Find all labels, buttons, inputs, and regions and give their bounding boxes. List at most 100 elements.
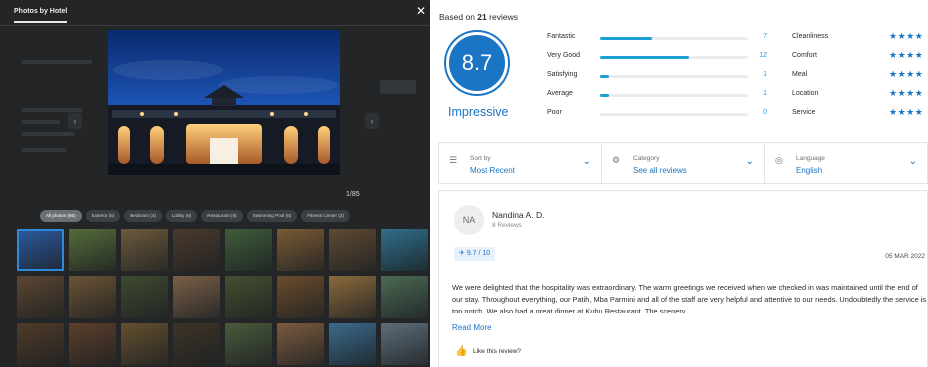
photo-thumbnail[interactable] bbox=[381, 323, 428, 365]
review-rating: 9.7 / 10 bbox=[466, 250, 491, 257]
rating-category-count: 1 bbox=[763, 90, 767, 97]
aspect-label: Meal bbox=[792, 71, 808, 78]
aspect-rating-row: Location ★★★★ bbox=[792, 88, 928, 100]
photo-filter-chip[interactable]: Exterior (5) bbox=[85, 210, 121, 222]
photo-thumbnail[interactable] bbox=[69, 323, 116, 365]
thumbs-up-icon[interactable]: 👍 bbox=[455, 346, 467, 357]
hotel-pavilion-night-photo bbox=[108, 30, 340, 175]
rating-distribution-row: Satisfying 1 bbox=[547, 71, 767, 81]
photo-thumbnail[interactable] bbox=[225, 229, 272, 271]
photo-thumbnail[interactable] bbox=[121, 276, 168, 318]
photo-thumbnail[interactable] bbox=[225, 323, 272, 365]
aspect-label: Location bbox=[792, 90, 819, 97]
photo-thumbnail[interactable] bbox=[173, 323, 220, 365]
photo-thumbnail[interactable] bbox=[277, 323, 324, 365]
rating-category-label: Satisfying bbox=[547, 71, 578, 78]
like-review-label[interactable]: Like this review? bbox=[473, 348, 521, 355]
photo-filter-chip[interactable]: Restaurant (9) bbox=[201, 210, 243, 222]
aspect-rating-row: Meal ★★★★ bbox=[792, 69, 928, 81]
category-value: See all reviews bbox=[633, 166, 687, 175]
rating-bar-track bbox=[600, 75, 748, 78]
photo-filter-chip[interactable]: Bedroom (4) bbox=[124, 210, 162, 222]
rating-bar-track bbox=[600, 37, 748, 40]
language-caption: Language bbox=[796, 155, 825, 162]
photo-thumbnail[interactable] bbox=[225, 276, 272, 318]
photo-thumbnail[interactable] bbox=[329, 276, 376, 318]
background-text bbox=[22, 60, 92, 64]
review-filter-bar: ☰ Sort by Most Recent ⌄ ⚙ Category See a… bbox=[438, 142, 928, 184]
thumbnail-grid bbox=[17, 229, 430, 365]
rating-category-count: 12 bbox=[759, 52, 767, 59]
review-count-summary: Based on 21 reviews bbox=[439, 12, 518, 22]
background-text bbox=[22, 132, 74, 136]
photo-thumbnail[interactable] bbox=[173, 229, 220, 271]
reviewer-review-count: 8 Reviews bbox=[492, 222, 522, 229]
photo-thumbnail[interactable] bbox=[69, 229, 116, 271]
photo-thumbnail[interactable] bbox=[69, 276, 116, 318]
photo-thumbnail[interactable] bbox=[173, 276, 220, 318]
sort-value: Most Recent bbox=[470, 166, 515, 175]
rating-category-label: Very Good bbox=[547, 52, 581, 59]
chevron-right-icon[interactable]: › bbox=[365, 113, 379, 129]
background-text bbox=[22, 120, 60, 124]
sort-dropdown[interactable]: ☰ Sort by Most Recent ⌄ bbox=[439, 143, 602, 183]
close-icon[interactable]: ✕ bbox=[414, 4, 428, 18]
category-caption: Category bbox=[633, 155, 660, 162]
bird-icon: ✈ bbox=[459, 250, 465, 257]
photo-gallery-modal: Photos by Hotel ✕ ‹ › 1/85 All photos (8… bbox=[0, 0, 430, 367]
background-text bbox=[22, 108, 82, 112]
background-text bbox=[22, 148, 66, 152]
rating-bar-fill bbox=[600, 75, 609, 78]
language-dropdown[interactable]: ◎ Language English ⌄ bbox=[765, 143, 927, 183]
aspect-rating-row: Cleanliness ★★★★ bbox=[792, 31, 928, 43]
review-count: 21 bbox=[477, 12, 487, 22]
rating-distribution-row: Very Good 12 bbox=[547, 52, 767, 62]
chevron-left-icon[interactable]: ‹ bbox=[68, 113, 82, 129]
rating-category-label: Poor bbox=[547, 109, 562, 116]
review-text: We were delighted that the hospitality w… bbox=[452, 283, 927, 313]
rating-bar-track bbox=[600, 113, 748, 116]
review-date: 05 MAR 2022 bbox=[885, 253, 925, 260]
rating-category-label: Average bbox=[547, 90, 573, 97]
photo-thumbnail[interactable] bbox=[121, 229, 168, 271]
photo-thumbnail[interactable] bbox=[17, 229, 64, 271]
photo-thumbnail[interactable] bbox=[277, 229, 324, 271]
category-dropdown[interactable]: ⚙ Category See all reviews ⌄ bbox=[602, 143, 765, 183]
read-more-link[interactable]: Read More bbox=[452, 323, 492, 332]
photo-filter-chip[interactable]: Fitness Center (3) bbox=[301, 210, 350, 222]
photo-filter-chip[interactable]: All photos (85) bbox=[40, 210, 82, 222]
photo-filter-bar: All photos (85) Exterior (5) Bedroom (4) Lo… bbox=[40, 210, 350, 222]
photo-thumbnail[interactable] bbox=[381, 229, 428, 271]
photo-thumbnail[interactable] bbox=[17, 323, 64, 365]
photo-thumbnail[interactable] bbox=[17, 276, 64, 318]
based-on-prefix: Based on bbox=[439, 12, 475, 22]
photo-filter-chip[interactable]: Swimming Pool (6) bbox=[246, 210, 298, 222]
photo-filter-chip[interactable]: Lobby (5) bbox=[165, 210, 198, 222]
aspect-rating-row: Service ★★★★ bbox=[792, 107, 928, 119]
gallery-header: Photos by Hotel ✕ bbox=[0, 0, 430, 26]
rating-bar-track bbox=[600, 56, 748, 59]
chevron-down-icon: ⌄ bbox=[908, 156, 917, 167]
reviews-panel: Based on 21 reviews 8.7 Impressive Fanta… bbox=[438, 0, 928, 367]
review-rating-badge: ✈ 9.7 / 10 bbox=[454, 247, 496, 261]
aspect-rating-row: Comfort ★★★★ bbox=[792, 50, 928, 62]
rating-distribution-row: Fantastic 7 bbox=[547, 33, 767, 43]
chevron-down-icon: ⌄ bbox=[582, 156, 591, 167]
rating-category-label: Fantastic bbox=[547, 33, 576, 40]
rating-bar-fill bbox=[600, 37, 652, 40]
sliders-icon: ⚙ bbox=[612, 155, 621, 165]
rating-category-count: 1 bbox=[763, 71, 767, 78]
sort-icon: ☰ bbox=[449, 155, 458, 165]
rating-distribution-row: Average 1 bbox=[547, 90, 767, 100]
photo-thumbnail[interactable] bbox=[381, 276, 428, 318]
rating-distribution-row: Poor 0 bbox=[547, 109, 767, 119]
language-value: English bbox=[796, 166, 823, 175]
rating-bar-track bbox=[600, 94, 748, 97]
photo-thumbnail[interactable] bbox=[329, 323, 376, 365]
photo-thumbnail[interactable] bbox=[277, 276, 324, 318]
tab-photos-by-hotel[interactable]: Photos by Hotel bbox=[14, 8, 68, 23]
photo-thumbnail[interactable] bbox=[121, 323, 168, 365]
photo-thumbnail[interactable] bbox=[329, 229, 376, 271]
photo-counter: 1/85 bbox=[346, 191, 360, 198]
aspect-label: Service bbox=[792, 109, 816, 116]
